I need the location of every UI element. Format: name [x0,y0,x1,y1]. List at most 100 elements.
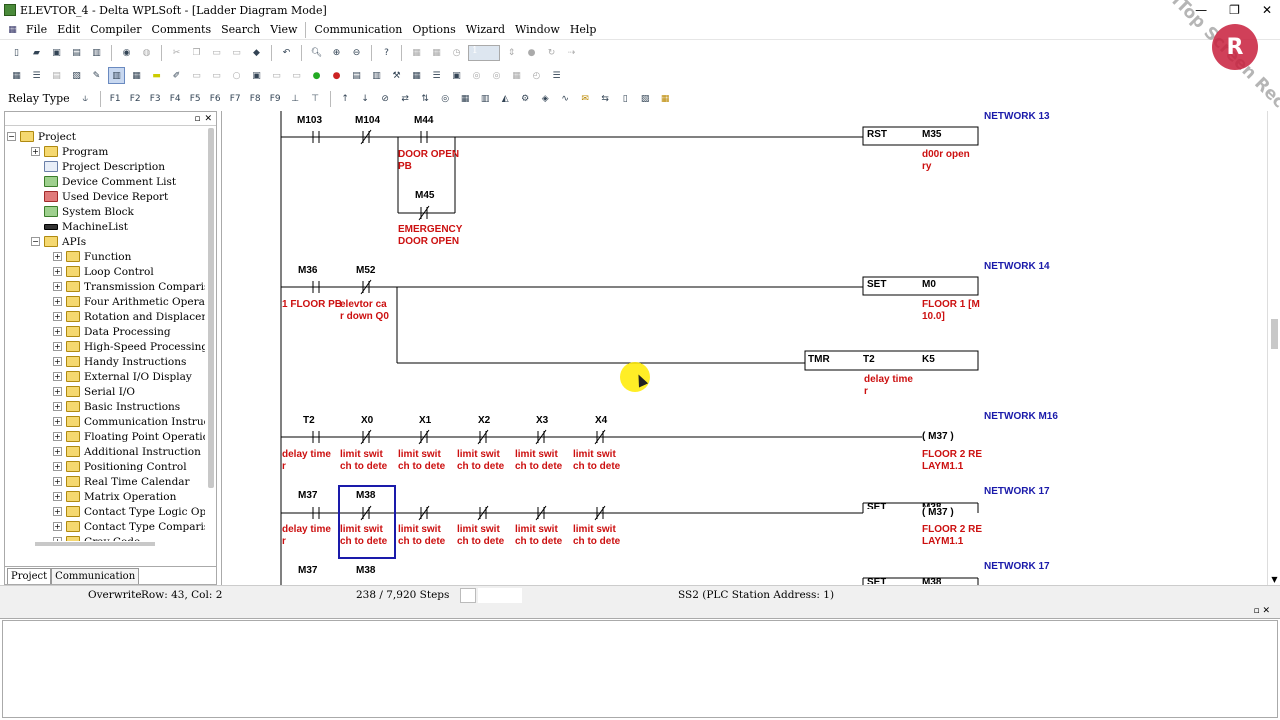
operand-label[interactable]: K5 [922,354,935,365]
f8-icon[interactable]: F8 [247,90,264,107]
undo-icon[interactable]: ↶ [278,44,295,61]
tree-item[interactable]: Used Device Report [31,189,168,204]
contact-label[interactable]: M44 [414,115,433,126]
expand-icon[interactable]: + [53,342,62,351]
delete-row-icon[interactable]: ▭ [208,67,225,84]
mail-icon[interactable]: ✉ [577,90,594,107]
operand-label[interactable]: M35 [922,129,941,140]
contact-label[interactable]: M36 [298,265,317,276]
f2-contact-icon[interactable]: F2 [127,90,144,107]
comment-mode-icon[interactable]: ▧ [68,67,85,84]
menu-help[interactable]: Help [565,23,602,36]
contact-label[interactable]: M38 [356,490,375,501]
menu-communication[interactable]: Communication [309,23,407,36]
f1-contact-icon[interactable]: F1 [107,90,124,107]
tree-item[interactable]: − APIs [31,234,86,249]
tab-communication[interactable]: Communication [51,568,140,584]
grid-icon[interactable]: ▦ [128,67,145,84]
help-icon[interactable]: ? [378,44,395,61]
list-icon[interactable]: ☰ [428,67,445,84]
tree-item[interactable]: + Program [31,144,108,159]
decompile-icon[interactable]: ◍ [138,44,155,61]
contact-label[interactable]: M52 [356,265,375,276]
f7-coil-icon[interactable]: F7 [227,90,244,107]
operand-label[interactable]: M38 [922,577,941,584]
pencil-icon[interactable]: ✐ [168,67,185,84]
compile-icon[interactable]: ◉ [118,44,135,61]
tab-project[interactable]: Project [7,568,52,584]
expand-icon[interactable]: + [53,522,62,531]
scrollbar-thumb[interactable] [1271,319,1278,349]
tree-item[interactable]: + Positioning Control [53,459,187,474]
new-file-icon[interactable]: ▯ [8,44,25,61]
expand-icon[interactable]: + [53,372,62,381]
tree-item[interactable]: + Contact Type Comparison [53,519,205,534]
goto-icon[interactable]: ⇢ [563,44,580,61]
save-as-icon[interactable]: ▤ [68,44,85,61]
delete-icon[interactable]: ▭ [228,44,245,61]
register-icon[interactable]: ▭ [268,67,285,84]
tree-item[interactable]: + Communication Instructions [53,414,205,429]
menu-wizard[interactable]: Wizard [461,23,510,36]
contact-label[interactable]: M37 [298,490,317,501]
f3-contact-icon[interactable]: F3 [147,90,164,107]
scroll-down-icon[interactable]: ▼ [1268,575,1280,585]
settings-icon[interactable]: ▧ [637,90,654,107]
tree-item-project[interactable]: − Project [7,129,76,144]
instruction-label[interactable]: TMR [808,354,830,365]
wrench-icon[interactable]: ⚒ [388,67,405,84]
operand-label[interactable]: M0 [922,279,936,290]
calculator-icon[interactable]: ▦ [657,90,674,107]
collapse-icon[interactable]: − [31,237,40,246]
instruction-label[interactable]: SET [867,577,886,584]
tree-item[interactable]: + Serial I/O [53,384,135,399]
tree-item[interactable]: + Data Processing [53,324,171,339]
coil-label[interactable]: ( M37 ) [922,431,954,442]
expand-icon[interactable]: + [53,252,62,261]
mdi-doc-icon[interactable]: ▦ [4,21,21,38]
menu-options[interactable]: Options [407,23,460,36]
coil-label[interactable]: ( M37 ) [922,507,954,518]
contact-label[interactable]: T2 [303,415,315,426]
expand-icon[interactable]: + [53,267,62,276]
print-icon[interactable]: ▥ [88,44,105,61]
expand-icon[interactable]: + [53,327,62,336]
tree-item[interactable]: + Matrix Operation [53,489,176,504]
code-icon[interactable]: ▦ [408,67,425,84]
expand-icon[interactable]: + [53,417,62,426]
bulb-icon[interactable]: ○ [228,67,245,84]
expand-icon[interactable]: + [53,492,62,501]
minimize-button[interactable]: — [1195,3,1207,17]
diagram-vertical-scrollbar[interactable]: ▼ [1267,111,1280,585]
table-icon[interactable]: ▭ [288,67,305,84]
eraser-icon[interactable]: ◆ [248,44,265,61]
run-icon[interactable]: ◷ [448,44,465,61]
contact-label[interactable]: M37 [298,565,317,576]
disconnect-icon[interactable]: ⇅ [417,90,434,107]
arrange-icon[interactable]: ☰ [548,67,565,84]
cut-icon[interactable]: ✂ [168,44,185,61]
tree-item[interactable]: + Rotation and Displacement [53,309,205,324]
relay-type-icon[interactable]: ⫝ [77,90,94,107]
bar-icon[interactable]: ▥ [477,90,494,107]
wave-icon[interactable]: ∿ [557,90,574,107]
vertical-line-icon[interactable]: ⊥ [287,90,304,107]
spin-icon[interactable]: ⇕ [503,44,520,61]
maximize-button[interactable]: ❐ [1229,3,1240,17]
expand-icon[interactable]: + [53,312,62,321]
f4-contact-icon[interactable]: F4 [167,90,184,107]
menu-view[interactable]: View [265,23,302,36]
tree-item[interactable]: + High-Speed Processing [53,339,205,354]
sfc-mode-icon[interactable]: ▤ [48,67,65,84]
tree-item[interactable]: + Additional Instruction [53,444,201,459]
tree-item[interactable]: + Handy Instructions [53,354,186,369]
window-icon[interactable]: ▣ [448,67,465,84]
expand-icon[interactable]: + [53,447,62,456]
operand-label[interactable]: T2 [863,354,875,365]
falling-edge-icon[interactable]: ↓ [357,90,374,107]
expand-icon[interactable]: + [53,282,62,291]
clock-icon[interactable]: ◴ [528,67,545,84]
sync-icon[interactable]: ⇆ [597,90,614,107]
menu-file[interactable]: File [21,23,52,36]
connect-icon[interactable]: ⇄ [397,90,414,107]
